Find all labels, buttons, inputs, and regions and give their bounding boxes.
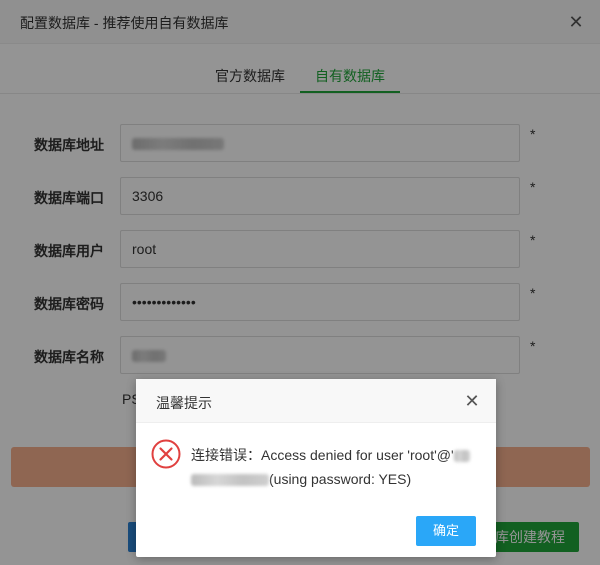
close-icon[interactable]: ✕	[462, 391, 482, 411]
confirm-button[interactable]: 确定	[416, 516, 476, 546]
redacted-host-continued	[191, 474, 269, 487]
alert-dialog: 温馨提示 ✕ 连接错误：Access denied for user 'root…	[136, 379, 496, 557]
alert-message-suffix: (using password: YES)	[269, 471, 412, 487]
error-icon	[151, 439, 181, 469]
alert-message-prefix: 连接错误：Access denied for user 'root'@'	[191, 447, 454, 463]
redacted-host	[453, 450, 470, 463]
alert-header: 温馨提示 ✕	[136, 379, 496, 423]
alert-message: 连接错误：Access denied for user 'root'@' (us…	[191, 443, 481, 491]
alert-title: 温馨提示	[156, 395, 212, 411]
